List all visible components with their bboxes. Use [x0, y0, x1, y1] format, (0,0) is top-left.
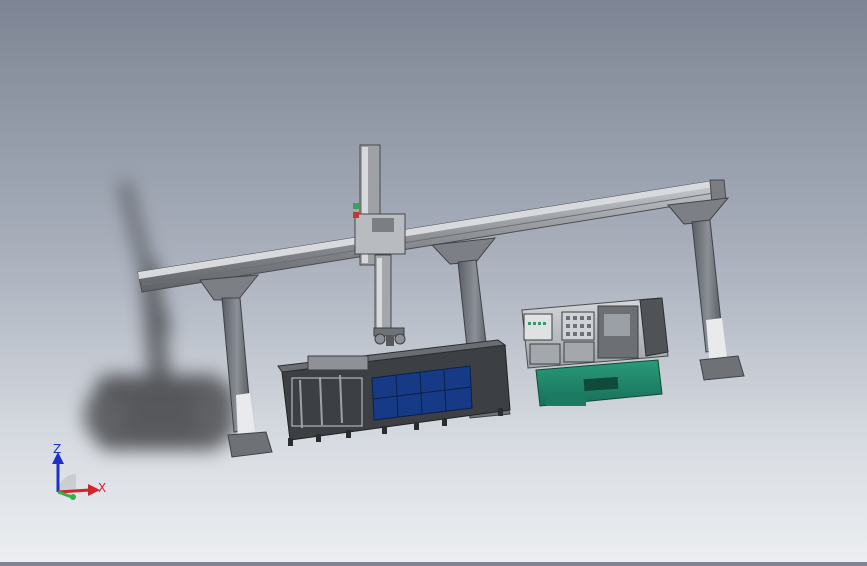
gantry-beam[interactable]	[137, 179, 727, 293]
x-axis-arrow	[57, 488, 91, 494]
x-axis-label: X	[98, 481, 107, 495]
gripper[interactable]	[373, 327, 406, 346]
status-indicator-red	[353, 212, 359, 218]
axis-arrows	[52, 452, 100, 500]
conveyor-storage-unit[interactable]	[277, 339, 511, 446]
gantry-leg-right[interactable]	[667, 197, 745, 381]
assembly-render	[85, 144, 745, 458]
z-axis-carriage[interactable]	[353, 144, 406, 331]
cnc-lathe[interactable]	[521, 297, 669, 407]
z-axis-label: Z	[53, 442, 62, 456]
status-indicator-green	[353, 203, 359, 209]
3d-model-viewport[interactable]: Z X	[0, 0, 867, 562]
coordinate-triad: Z X	[40, 440, 120, 510]
ghost-shadow	[85, 180, 235, 450]
